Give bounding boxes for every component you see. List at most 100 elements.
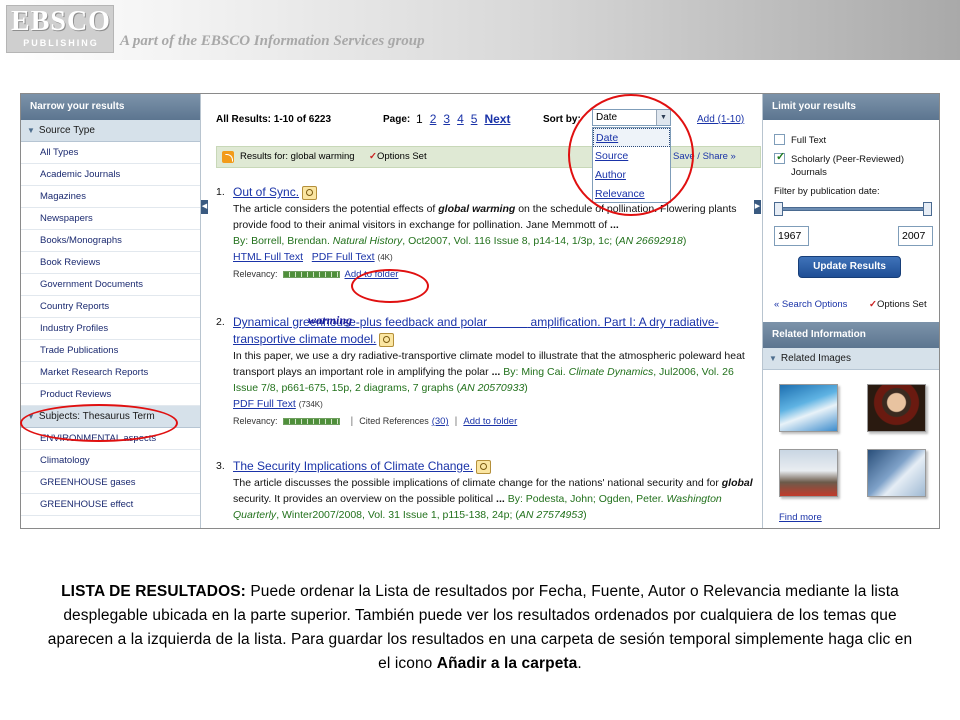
logo-sub-text: PUBLISHING: [23, 38, 99, 48]
chevron-down-icon[interactable]: ▼: [656, 110, 670, 125]
abstract-highlight: global: [721, 477, 753, 489]
year-from-input[interactable]: 1967: [774, 226, 809, 246]
sort-option-source[interactable]: Source: [593, 147, 670, 166]
magnifier-icon[interactable]: [302, 186, 318, 201]
year-to-input[interactable]: 2007: [898, 226, 933, 246]
source-type-magazines[interactable]: Magazines: [21, 186, 200, 208]
scroll-left-arrow-icon[interactable]: ◀: [201, 200, 208, 214]
source-type-product-reviews[interactable]: Product Reviews: [21, 384, 200, 406]
page-5-link[interactable]: 5: [471, 112, 478, 126]
ebsco-logo: EBSCO PUBLISHING: [6, 5, 114, 53]
all-results-count: All Results: 1-10 of 6223: [216, 114, 332, 125]
caption-lead: LISTA DE RESULTADOS:: [61, 583, 246, 600]
cited-references-link[interactable]: (30): [432, 416, 449, 427]
source-type-academic-journals[interactable]: Academic Journals: [21, 164, 200, 186]
rss-icon[interactable]: [222, 151, 234, 163]
result-title-part: Dynamical greenhouse-plus feedback and p…: [233, 315, 491, 329]
sort-option-relevance[interactable]: Relevance: [593, 185, 670, 204]
scholarly-label-2: Journals: [791, 167, 827, 178]
results-for-text: Results for: global warming: [240, 151, 355, 162]
result-body: The Security Implications of Climate Cha…: [233, 458, 753, 523]
options-set-indicator[interactable]: ✓Options Set: [369, 147, 427, 167]
source-type-books[interactable]: Books/Monographs: [21, 230, 200, 252]
citation-close: ): [583, 509, 587, 521]
save-share-link[interactable]: Save / Share »: [673, 147, 736, 167]
caption-bold-end: Añadir a la carpeta: [436, 655, 578, 672]
page-2-link[interactable]: 2: [430, 112, 437, 126]
related-images-toggle[interactable]: ▼ Related Images: [763, 348, 939, 370]
relevancy-bar: [282, 417, 340, 425]
separator: |: [454, 415, 458, 427]
html-full-text-link[interactable]: HTML Full Text: [233, 251, 303, 263]
narrow-results-header: Narrow your results: [21, 94, 200, 120]
source-type-toggle[interactable]: ▼ Source Type: [21, 120, 200, 142]
scholarly-label: Scholarly (Peer-Reviewed): [791, 154, 904, 165]
abstract-ellipsis: ...: [491, 366, 501, 378]
source-type-government-documents[interactable]: Government Documents: [21, 274, 200, 296]
sort-options-list: Date Source Author Relevance: [592, 127, 671, 203]
result-abstract: The article considers the potential effe…: [233, 201, 753, 233]
related-images-label: Related Images: [780, 353, 851, 364]
magnifier-icon[interactable]: [476, 460, 492, 475]
scholarly-checkbox[interactable]: [774, 151, 785, 164]
source-type-newspapers[interactable]: Newspapers: [21, 208, 200, 230]
header-banner: EBSCO PUBLISHING A part of the EBSCO Inf…: [0, 0, 960, 60]
abstract-text: The article considers the potential effe…: [233, 203, 439, 215]
subject-greenhouse-gases[interactable]: GREENHOUSE gases: [21, 472, 200, 494]
update-results-button[interactable]: Update Results: [798, 256, 901, 278]
add-to-folder-link[interactable]: Add to folder: [345, 269, 399, 280]
related-image-thumb[interactable]: [779, 384, 838, 432]
source-type-all-types[interactable]: All Types: [21, 142, 200, 164]
slider-end-handle[interactable]: [923, 202, 932, 216]
source-type-label: Source Type: [38, 125, 95, 136]
next-page-link[interactable]: Next: [484, 112, 510, 126]
related-image-thumb[interactable]: [867, 449, 926, 497]
result-number: 2.: [216, 316, 225, 328]
sort-selected-value: Date: [596, 112, 618, 123]
sort-option-date[interactable]: Date: [593, 128, 670, 147]
source-type-book-reviews[interactable]: Book Reviews: [21, 252, 200, 274]
citation-accession: AN 27574953: [518, 509, 584, 521]
source-type-market-research[interactable]: Market Research Reports: [21, 362, 200, 384]
magnifier-icon[interactable]: [379, 333, 395, 348]
source-type-industry-profiles[interactable]: Industry Profiles: [21, 318, 200, 340]
pdf-full-text-link[interactable]: PDF Full Text: [312, 251, 375, 263]
add-to-folder-link[interactable]: Add to folder: [463, 416, 517, 427]
result-title-link[interactable]: Out of Sync.: [233, 185, 299, 199]
source-type-trade-publications[interactable]: Trade Publications: [21, 340, 200, 362]
slider-start-handle[interactable]: [774, 202, 783, 216]
full-text-checkbox[interactable]: [774, 134, 785, 145]
citation-accession: AN 20570933: [460, 382, 525, 394]
pdf-full-text-link[interactable]: PDF Full Text: [233, 398, 296, 410]
subjects-toggle[interactable]: ▼ Subjects: Thesaurus Term: [21, 406, 200, 428]
related-image-thumb[interactable]: [867, 384, 926, 432]
result-body: Out of Sync. The article considers the p…: [233, 184, 753, 283]
relevancy-label: Relevancy:: [233, 416, 278, 426]
abstract-text: The article discusses the possible impli…: [233, 477, 722, 489]
sort-by-select[interactable]: Date ▼: [592, 109, 671, 126]
subjects-label: Subjects: Thesaurus Term: [38, 411, 155, 422]
screenshot-frame: Narrow your results ▼ Source Type All Typ…: [20, 93, 940, 529]
add-range-link[interactable]: Add (1-10): [697, 114, 744, 125]
subject-climatology[interactable]: Climatology: [21, 450, 200, 472]
page-3-link[interactable]: 3: [443, 112, 450, 126]
find-more-link[interactable]: Find more: [779, 512, 822, 523]
result-number: 1.: [216, 186, 225, 198]
result-title-link[interactable]: The Security Implications of Climate Cha…: [233, 459, 473, 473]
result-citation: By: Borrell, Brendan. Natural History, O…: [233, 233, 753, 249]
source-type-country-reports[interactable]: Country Reports: [21, 296, 200, 318]
abstract-highlight: global warming: [438, 203, 516, 215]
pdf-size: (734K): [298, 400, 323, 409]
related-image-thumb[interactable]: [779, 449, 838, 497]
results-toolbar: All Results: 1-10 of 6223 Page: 1 2 3 4 5 Nex…: [216, 109, 761, 203]
subject-greenhouse-effect[interactable]: GREENHOUSE effect: [21, 494, 200, 516]
publication-date-slider[interactable]: [774, 202, 932, 216]
search-options-link[interactable]: « Search Options: [774, 299, 847, 310]
subject-environmental[interactable]: ENVIRONMENTAL aspects: [21, 428, 200, 450]
triangle-down-icon: ▼: [27, 412, 35, 421]
sort-option-author[interactable]: Author: [593, 166, 670, 185]
results-for-bar: Results for: global warming ✓Options Set…: [216, 146, 761, 168]
page-4-link[interactable]: 4: [457, 112, 464, 126]
citation-by: By: Ming Cai.: [500, 366, 569, 378]
options-set-indicator[interactable]: ✓Options Set: [869, 299, 927, 310]
